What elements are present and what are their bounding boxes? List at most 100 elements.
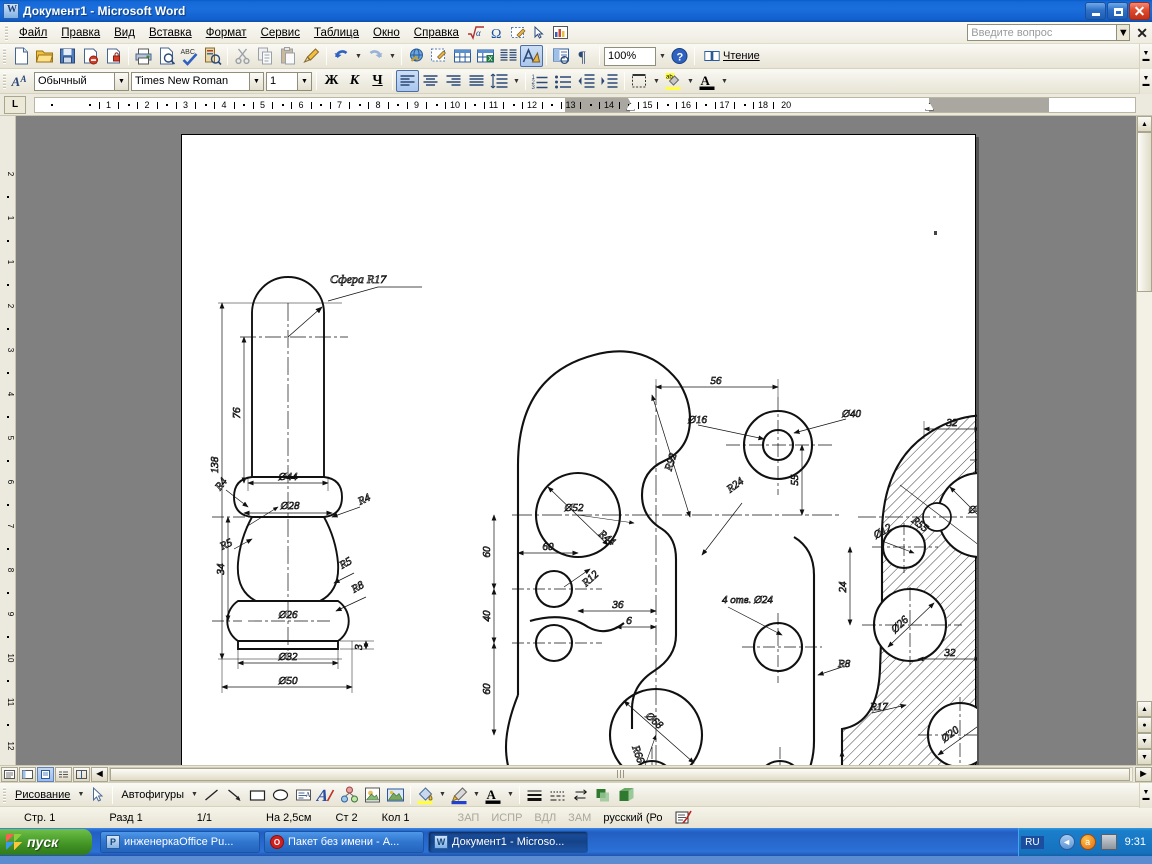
- taskbar-item-opera[interactable]: O Пакет без имени - А...: [264, 831, 424, 853]
- formatting-toolbar-overflow[interactable]: ▼ ▬: [1139, 69, 1152, 94]
- vertical-scrollbar[interactable]: ▲ ▲ ● ▼ ▼: [1136, 116, 1152, 765]
- clip-art-icon[interactable]: [361, 784, 384, 806]
- edit-object-icon[interactable]: [509, 23, 528, 42]
- maximize-button[interactable]: [1107, 2, 1128, 20]
- autoshapes-button[interactable]: Автофигуры: [116, 789, 189, 801]
- taskbar-item-word[interactable]: W Документ1 - Microso...: [428, 831, 588, 853]
- chart-icon[interactable]: [551, 23, 570, 42]
- reading-layout-button[interactable]: Чтение: [698, 45, 765, 67]
- status-record-mode[interactable]: ЗАП: [452, 812, 486, 824]
- menu-help[interactable]: Справка: [407, 24, 466, 42]
- line-color-dropdown[interactable]: ▼: [471, 784, 482, 806]
- zoom-dropdown[interactable]: ▼: [657, 45, 668, 67]
- align-left-icon[interactable]: [396, 70, 419, 92]
- menu-bar-grip[interactable]: [5, 24, 8, 41]
- drawing-icon[interactable]: [520, 45, 543, 67]
- normal-view-button[interactable]: [1, 766, 18, 782]
- new-document-icon[interactable]: [10, 45, 33, 67]
- line-style-icon[interactable]: [523, 784, 546, 806]
- document-canvas[interactable]: Сфера R17 138 76 Ø44 Ø28 R4 R4 R5 R5 R8 …: [16, 116, 1136, 765]
- align-right-icon[interactable]: [442, 70, 465, 92]
- font-color-dropdown[interactable]: ▼: [505, 784, 516, 806]
- decrease-indent-icon[interactable]: [575, 70, 598, 92]
- copy-icon[interactable]: [254, 45, 277, 67]
- drawing-toolbar-overflow[interactable]: ▼ ▬: [1139, 783, 1152, 808]
- 3d-style-icon[interactable]: [615, 784, 638, 806]
- shadow-style-icon[interactable]: [592, 784, 615, 806]
- omega-symbol-icon[interactable]: Ω: [488, 23, 507, 42]
- vertical-scroll-track[interactable]: [1137, 292, 1152, 701]
- mail-recipient-icon[interactable]: [79, 45, 102, 67]
- paste-icon[interactable]: [277, 45, 300, 67]
- font-size-combo[interactable]: 1 ▼: [266, 71, 312, 91]
- menu-file[interactable]: Файл: [12, 24, 54, 42]
- print-preview-icon[interactable]: [155, 45, 178, 67]
- start-button[interactable]: пуск: [0, 829, 92, 855]
- menu-window[interactable]: Окно: [366, 24, 407, 42]
- standard-toolbar-overflow[interactable]: ▼ ▬: [1139, 44, 1152, 69]
- menu-view[interactable]: Вид: [107, 24, 142, 42]
- antivirus-icon[interactable]: a: [1079, 834, 1096, 850]
- font-color-icon[interactable]: A: [696, 70, 719, 92]
- formatting-toolbar-grip[interactable]: [3, 73, 6, 89]
- vertical-ruler[interactable]: 2112345678910111213: [0, 116, 16, 765]
- drawing-menu-button[interactable]: Рисование: [10, 789, 75, 801]
- tab-stop-left-icon[interactable]: L: [4, 95, 26, 114]
- format-painter-icon[interactable]: [300, 45, 323, 67]
- show-hidden-icons-icon[interactable]: ◄: [1058, 834, 1075, 850]
- increase-indent-icon[interactable]: [598, 70, 621, 92]
- highlight-dropdown[interactable]: ▼: [685, 70, 696, 92]
- oval-icon[interactable]: [269, 784, 292, 806]
- web-layout-view-button[interactable]: [19, 766, 36, 782]
- undo-icon[interactable]: [330, 45, 353, 67]
- line-icon[interactable]: [200, 784, 223, 806]
- spelling-check-icon[interactable]: ABC: [178, 45, 201, 67]
- permission-icon[interactable]: [102, 45, 125, 67]
- menu-insert[interactable]: Вставка: [142, 24, 199, 42]
- vertical-scroll-thumb[interactable]: [1137, 132, 1152, 292]
- scroll-up-button[interactable]: ▲: [1137, 116, 1152, 132]
- columns-icon[interactable]: [497, 45, 520, 67]
- rectangle-icon[interactable]: [246, 784, 269, 806]
- font-size-dropdown-arrow[interactable]: ▼: [297, 72, 311, 90]
- select-objects-icon[interactable]: [86, 784, 109, 806]
- print-layout-view-button[interactable]: [37, 766, 54, 782]
- numbered-list-icon[interactable]: 123: [529, 70, 552, 92]
- insert-table-icon[interactable]: [451, 45, 474, 67]
- align-justify-icon[interactable]: [465, 70, 488, 92]
- underline-button[interactable]: Ч: [366, 70, 389, 92]
- align-center-icon[interactable]: [419, 70, 442, 92]
- line-color-icon[interactable]: [448, 784, 471, 806]
- help-question-icon[interactable]: ?: [668, 45, 691, 67]
- ask-question-dropdown[interactable]: ▼: [1117, 24, 1131, 41]
- clock[interactable]: 9:31: [1125, 836, 1146, 848]
- standard-toolbar-grip[interactable]: [3, 48, 6, 64]
- fill-color-dropdown[interactable]: ▼: [437, 784, 448, 806]
- highlight-color-icon[interactable]: ab: [662, 70, 685, 92]
- bold-button[interactable]: Ж: [320, 70, 343, 92]
- document-map-icon[interactable]: [550, 45, 573, 67]
- open-folder-icon[interactable]: [33, 45, 56, 67]
- hscroll-right-button[interactable]: ►: [1135, 766, 1152, 782]
- arrow-style-icon[interactable]: [569, 784, 592, 806]
- borders-icon[interactable]: [628, 70, 651, 92]
- text-box-icon[interactable]: A: [292, 784, 315, 806]
- select-browse-object-next[interactable]: ▼: [1137, 733, 1152, 749]
- line-spacing-dropdown[interactable]: ▼: [511, 70, 522, 92]
- font-color-icon[interactable]: A: [482, 784, 505, 806]
- outline-view-button[interactable]: [55, 766, 72, 782]
- wordart-icon[interactable]: A: [315, 784, 338, 806]
- close-button[interactable]: [1129, 2, 1150, 20]
- show-formatting-marks-icon[interactable]: ¶: [573, 45, 596, 67]
- redo-dropdown[interactable]: ▼: [387, 45, 398, 67]
- reading-layout-view-button[interactable]: [73, 766, 90, 782]
- tables-and-borders-icon[interactable]: [428, 45, 451, 67]
- spelling-status-icon[interactable]: [669, 810, 698, 825]
- print-icon[interactable]: [132, 45, 155, 67]
- close-task-pane-icon[interactable]: ✕: [1136, 26, 1148, 40]
- redo-icon[interactable]: [364, 45, 387, 67]
- undo-dropdown[interactable]: ▼: [353, 45, 364, 67]
- style-dropdown-arrow[interactable]: ▼: [114, 72, 128, 90]
- style-combo[interactable]: Обычный ▼: [34, 71, 129, 91]
- line-spacing-icon[interactable]: [488, 70, 511, 92]
